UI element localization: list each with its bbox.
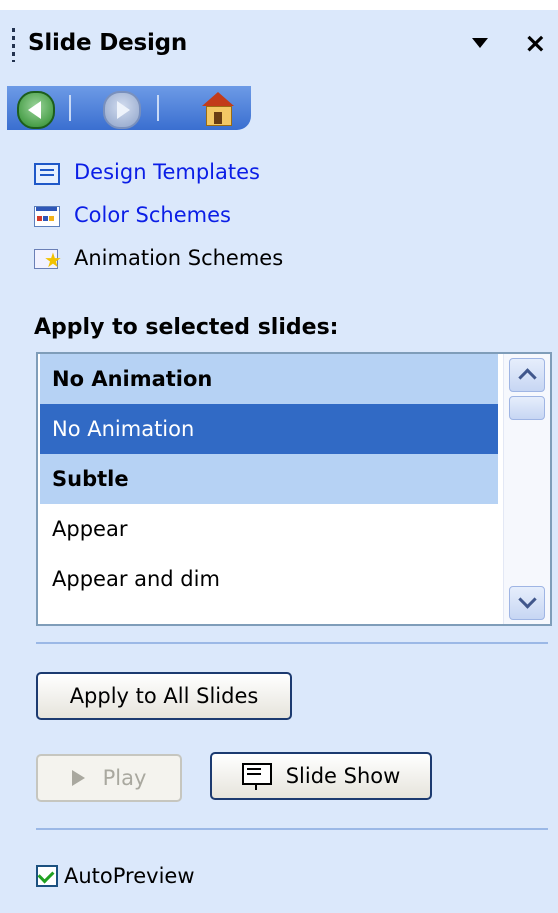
slide-design-task-pane: Slide Design × Design Templates Color Sc… [0, 0, 558, 913]
link-color-schemes[interactable]: Color Schemes [34, 200, 231, 230]
divider [36, 642, 548, 644]
toolbar-separator [69, 95, 71, 121]
home-icon[interactable] [200, 90, 236, 126]
link-label: Color Schemes [74, 203, 231, 227]
back-arrow-icon[interactable] [17, 91, 55, 129]
vertical-scrollbar[interactable] [503, 354, 550, 624]
triangle-down-icon[interactable] [472, 38, 488, 48]
forward-arrow-icon[interactable] [103, 91, 141, 129]
list-item-selected[interactable]: No Animation [40, 404, 498, 454]
link-animation-schemes[interactable]: ★ Animation Schemes [34, 243, 283, 273]
animation-scheme-list[interactable]: No Animation No Animation Subtle Appear … [36, 352, 552, 626]
scroll-thumb[interactable] [509, 396, 545, 420]
play-button[interactable]: Play [36, 754, 182, 802]
autopreview-checkbox[interactable]: AutoPreview [36, 864, 195, 888]
button-label: Slide Show [285, 764, 401, 788]
toolbar-separator [157, 95, 159, 121]
animation-schemes-icon: ★ [34, 247, 62, 270]
autopreview-label: AutoPreview [64, 864, 195, 888]
color-schemes-icon [34, 204, 60, 227]
list-group-header: No Animation [40, 354, 498, 404]
scroll-down-button[interactable] [509, 586, 545, 620]
link-design-templates[interactable]: Design Templates [34, 157, 260, 187]
chevron-up-icon [518, 368, 537, 387]
apply-to-all-slides-button[interactable]: Apply to All Slides [36, 672, 292, 720]
pane-title: Slide Design [28, 30, 188, 56]
list-item[interactable]: Appear and dim [40, 554, 498, 604]
design-templates-icon [34, 161, 60, 185]
button-label: Play [102, 766, 147, 790]
checkbox-box[interactable] [36, 865, 58, 887]
drag-grip-icon[interactable] [12, 28, 15, 62]
slide-show-button[interactable]: Slide Show [210, 752, 432, 800]
navigation-toolbar [7, 86, 251, 130]
scroll-up-button[interactable] [509, 358, 545, 392]
play-icon [71, 770, 85, 786]
link-label: Design Templates [74, 160, 260, 184]
top-strip [0, 0, 558, 10]
list-group-header: Subtle [40, 454, 498, 504]
divider [36, 828, 548, 830]
apply-section-label: Apply to selected slides: [34, 315, 339, 340]
slide-show-icon [241, 763, 272, 790]
close-icon[interactable]: × [524, 29, 547, 59]
button-label: Apply to All Slides [69, 684, 259, 708]
link-label: Animation Schemes [74, 246, 284, 270]
chevron-down-icon [518, 590, 537, 609]
list-item[interactable]: Appear [40, 504, 498, 554]
checkmark-icon [37, 866, 55, 884]
